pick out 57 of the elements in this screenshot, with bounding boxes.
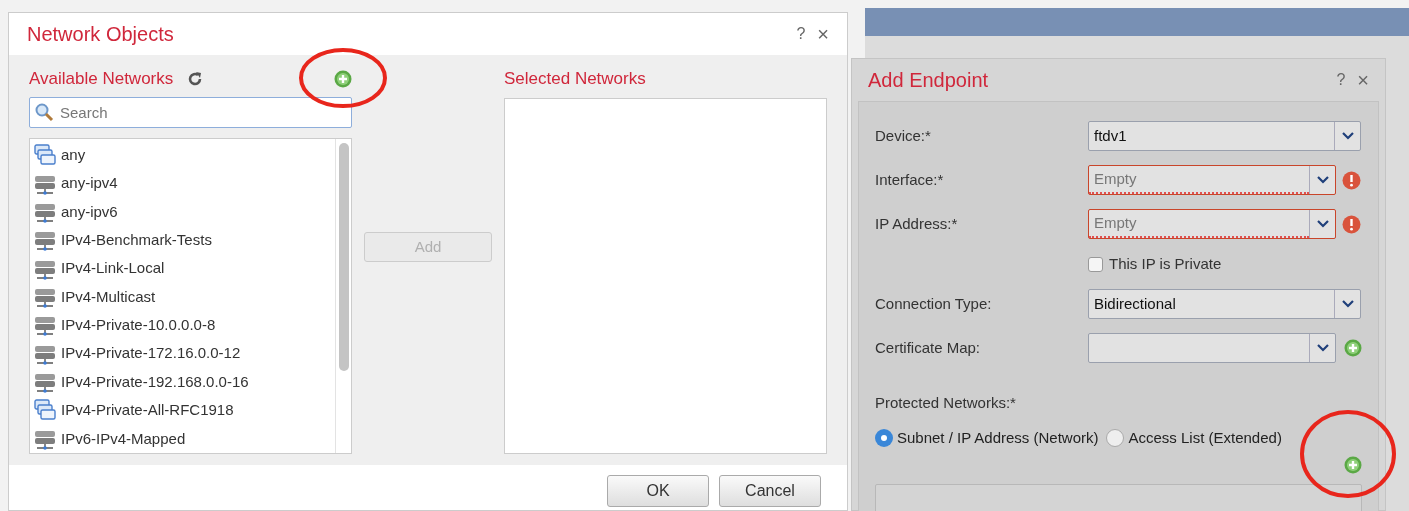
help-icon[interactable]: ? (796, 22, 806, 46)
radio-label: Access List (Extended) (1128, 427, 1282, 448)
field-label: Connection Type: (875, 293, 993, 314)
dialog-title: Add Endpoint (868, 68, 989, 93)
error-icon (1342, 214, 1361, 234)
field-label: Device:* (875, 125, 932, 146)
section-title: Available Networks (29, 68, 174, 91)
select-field[interactable]: Empty (1088, 209, 1336, 239)
search-field[interactable]: Search (29, 97, 352, 128)
list-item[interactable]: IPv4-Private-172.16.0.0-12 (61, 342, 241, 365)
checkbox-label: This IP is Private (1109, 253, 1222, 274)
list-item[interactable]: IPv4-Private-192.168.0.0-16 (61, 370, 249, 394)
caret-icon[interactable] (1316, 220, 1329, 228)
network-icon (34, 314, 56, 337)
list-item[interactable]: IPv4-Private-All-RFC1918 (61, 399, 234, 422)
select-field[interactable] (1088, 333, 1336, 363)
caret-icon[interactable] (1316, 176, 1329, 184)
caret-icon[interactable] (1316, 344, 1329, 352)
radio-button[interactable] (875, 429, 893, 447)
field-label: IP Address:* (875, 213, 959, 234)
caret-icon[interactable] (1341, 132, 1354, 140)
error-icon (1342, 170, 1361, 190)
field-label: Interface:* (875, 169, 945, 190)
field-label: Protected Networks:* (875, 392, 1016, 413)
scrollbar-thumb[interactable] (338, 143, 349, 371)
search-icon (34, 102, 54, 122)
select-field[interactable]: ftdv1 (1088, 121, 1361, 151)
list-item[interactable]: any-ipv6 (61, 200, 118, 224)
list-item[interactable]: any-ipv4 (61, 172, 118, 195)
list-item[interactable]: IPv4-Multicast (61, 285, 156, 309)
close-icon[interactable]: × (817, 24, 829, 44)
list-item[interactable]: IPv4-Link-Local (61, 257, 165, 280)
dialog-title: Network Objects (27, 22, 174, 47)
dialog-button[interactable]: Cancel (719, 474, 821, 507)
add-icon[interactable] (1344, 456, 1362, 474)
field-label: Certificate Map: (875, 337, 982, 358)
select-field[interactable]: Bidirectional (1088, 289, 1361, 319)
group-icon (34, 144, 56, 167)
group-icon (34, 399, 56, 422)
list-item[interactable]: IPv4-Private-10.0.0.0-8 (61, 314, 216, 337)
add-icon[interactable] (334, 70, 352, 88)
select-field[interactable]: Empty (1088, 165, 1336, 195)
list-item[interactable]: IPv6-IPv4-Mapped (61, 427, 186, 450)
network-icon (34, 371, 56, 394)
refresh-icon[interactable] (187, 71, 204, 87)
help-icon[interactable]: ? (1336, 68, 1346, 92)
list-item[interactable]: any (61, 143, 86, 167)
radio-label: Subnet / IP Address (Network) (897, 427, 1099, 448)
add-icon[interactable] (1344, 339, 1362, 357)
section-title: Selected Networks (504, 68, 646, 91)
radio-button[interactable] (1106, 429, 1125, 447)
dialog-button[interactable]: OK (607, 474, 709, 507)
checkbox[interactable] (1088, 256, 1103, 272)
close-icon[interactable]: × (1357, 70, 1369, 90)
caret-icon[interactable] (1341, 300, 1354, 308)
network-icon (34, 229, 56, 252)
list-item[interactable]: IPv4-Benchmark-Tests (61, 229, 212, 252)
